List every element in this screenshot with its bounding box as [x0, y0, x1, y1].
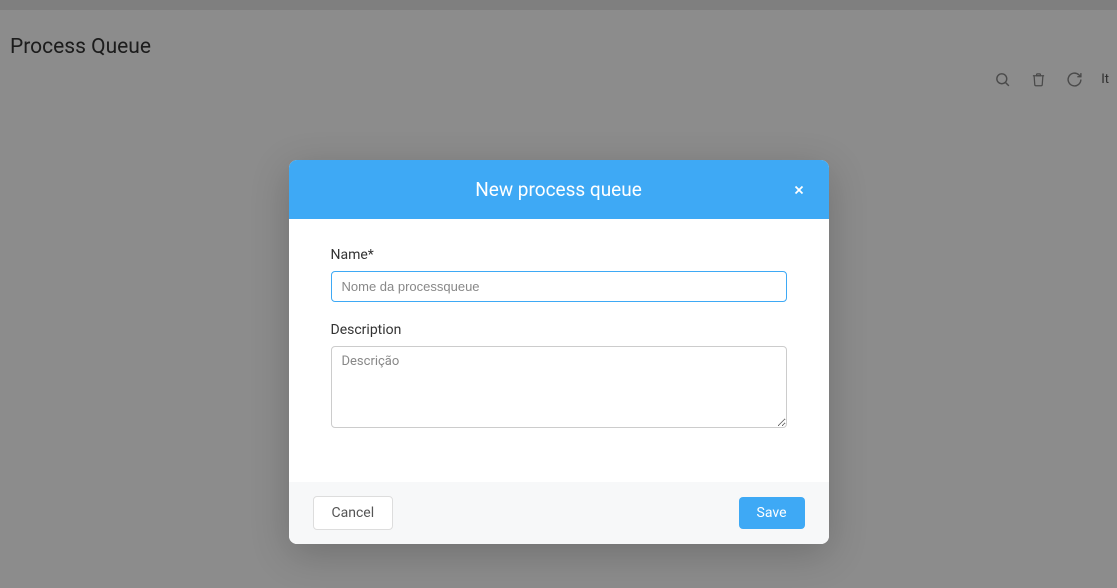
description-label: Description — [331, 322, 787, 338]
form-group-description: Description — [331, 322, 787, 432]
modal-footer: Cancel Save — [289, 482, 829, 544]
cancel-button[interactable]: Cancel — [313, 496, 394, 530]
form-group-name: Name* — [331, 247, 787, 302]
modal-header: New process queue — [289, 160, 829, 219]
modal-overlay: New process queue Name* Description Canc… — [0, 0, 1117, 588]
close-icon[interactable] — [791, 182, 807, 198]
description-input[interactable] — [331, 346, 787, 428]
name-label: Name* — [331, 247, 787, 263]
save-button[interactable]: Save — [739, 497, 805, 529]
name-input[interactable] — [331, 271, 787, 302]
modal-new-process-queue: New process queue Name* Description Canc… — [289, 160, 829, 544]
modal-body: Name* Description — [289, 219, 829, 482]
modal-title: New process queue — [475, 178, 642, 201]
